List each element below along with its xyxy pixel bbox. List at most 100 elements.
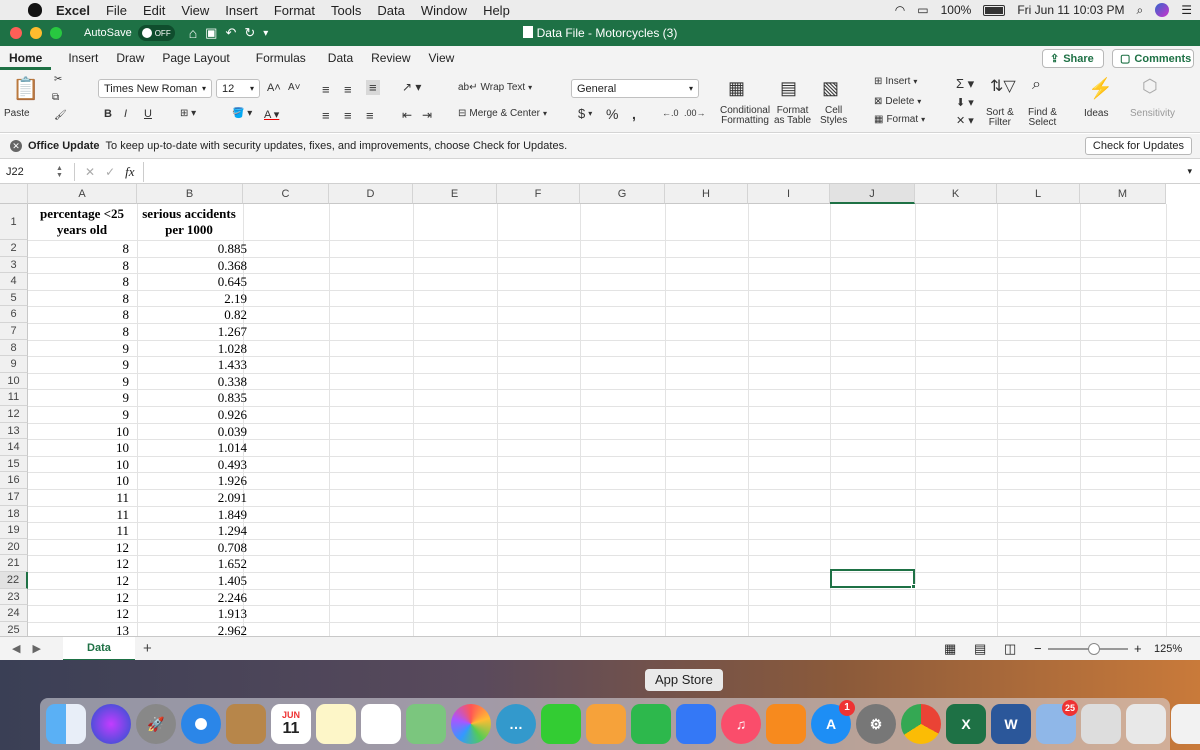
- page-break-view-icon[interactable]: ◫: [1004, 641, 1016, 657]
- row-header-4[interactable]: 4: [0, 273, 28, 290]
- row-header-22[interactable]: 22: [0, 572, 28, 589]
- siri-dock-icon[interactable]: [91, 704, 131, 744]
- check-for-updates-button[interactable]: Check for Updates: [1084, 137, 1192, 155]
- row-header-6[interactable]: 6: [0, 306, 28, 323]
- comments-button[interactable]: ▢ Comments: [1112, 49, 1194, 68]
- facetime-icon[interactable]: [541, 704, 581, 744]
- menu-format[interactable]: Format: [274, 3, 315, 18]
- cell-b[interactable]: 0.368: [137, 258, 247, 274]
- battery-icon[interactable]: [983, 4, 1006, 16]
- word-dock-icon[interactable]: W: [991, 704, 1031, 744]
- format-as-table-icon[interactable]: ▤: [780, 78, 797, 99]
- cell-a[interactable]: 8: [28, 241, 130, 257]
- paste-icon[interactable]: 📋: [12, 76, 39, 102]
- cell-b[interactable]: 1.267: [137, 324, 247, 340]
- preview-icon[interactable]: 25: [1036, 700, 1078, 744]
- conditional-formatting-icon[interactable]: ▦: [728, 78, 745, 99]
- insert-function-icon[interactable]: fx: [125, 164, 134, 180]
- cell-b[interactable]: 0.885: [137, 241, 247, 257]
- selected-cell-outline[interactable]: [830, 569, 915, 588]
- wifi-icon[interactable]: ◠: [895, 3, 905, 17]
- menu-edit[interactable]: Edit: [143, 3, 165, 18]
- header-cell-a[interactable]: years old: [28, 222, 136, 238]
- customize-toolbar-icon[interactable]: ▾: [263, 28, 268, 39]
- find-select-button[interactable]: Find & Select: [1028, 108, 1057, 128]
- sensitivity-button[interactable]: Sensitivity: [1130, 108, 1175, 119]
- zoom-out-button[interactable]: −: [1034, 641, 1042, 656]
- header-cell-b[interactable]: per 1000: [137, 222, 241, 238]
- page-layout-view-icon[interactable]: ▤: [974, 641, 986, 657]
- autosave-toggle[interactable]: OFF: [137, 25, 175, 41]
- row-header-1[interactable]: 1: [0, 204, 28, 240]
- font-color-icon[interactable]: A ▾: [264, 108, 279, 121]
- row-header-16[interactable]: 16: [0, 472, 28, 489]
- numbers-icon[interactable]: [631, 704, 671, 744]
- header-cell-a[interactable]: percentage <25: [28, 206, 136, 222]
- screenshot-stack-icon[interactable]: [1171, 704, 1200, 744]
- conditional-formatting-button[interactable]: Conditional Formatting: [720, 106, 770, 126]
- zoom-window-button[interactable]: [50, 27, 62, 39]
- delete-cells-button[interactable]: ⊠ Delete ▾: [874, 96, 921, 107]
- cell-b[interactable]: 1.028: [137, 341, 247, 357]
- cell-b[interactable]: 1.652: [137, 556, 247, 572]
- row-header-13[interactable]: 13: [0, 422, 28, 440]
- excel-dock-icon[interactable]: X: [946, 704, 986, 744]
- row-header-14[interactable]: 14: [0, 439, 28, 456]
- undo-icon[interactable]: ↶: [225, 25, 236, 41]
- cell-b[interactable]: 1.433: [137, 357, 247, 373]
- cell-a[interactable]: 8: [28, 258, 130, 274]
- cell-a[interactable]: 8: [28, 307, 130, 323]
- cell-b[interactable]: 1.913: [137, 606, 247, 622]
- system-preferences-icon[interactable]: ⚙: [856, 704, 896, 744]
- row-header-20[interactable]: 20: [0, 538, 28, 556]
- row-header-3[interactable]: 3: [0, 256, 28, 274]
- column-header-h[interactable]: H: [665, 184, 748, 204]
- increase-font-icon[interactable]: A˄: [267, 82, 281, 94]
- column-header-m[interactable]: M: [1080, 184, 1166, 204]
- align-left-icon[interactable]: ≡: [322, 108, 330, 123]
- cell-b[interactable]: 1.405: [137, 573, 247, 589]
- align-right-icon[interactable]: ≡: [366, 108, 374, 123]
- chrome-icon[interactable]: [901, 704, 941, 744]
- cell-a[interactable]: 9: [28, 374, 130, 390]
- spreadsheet-grid[interactable]: ABCDEFGHIJKLM 1 2 3 4 5 6 7 8 9 10 11 12 13 14 15 16 17 1…: [0, 184, 1200, 640]
- name-box-stepper-icon[interactable]: ▲ ▼: [56, 165, 66, 179]
- column-header-f[interactable]: F: [497, 184, 580, 204]
- cell-b[interactable]: 0.708: [137, 540, 247, 556]
- sort-filter-icon[interactable]: ⇅▽: [990, 76, 1016, 96]
- messages-icon[interactable]: …: [496, 704, 536, 744]
- tab-draw[interactable]: Draw: [107, 46, 153, 70]
- tab-review[interactable]: Review: [362, 46, 419, 70]
- add-sheet-button[interactable]: +: [143, 640, 152, 657]
- cell-styles-icon[interactable]: ▧: [822, 78, 839, 99]
- menu-file[interactable]: File: [106, 3, 127, 18]
- menu-help[interactable]: Help: [483, 3, 510, 18]
- save-icon[interactable]: ▣: [205, 25, 217, 41]
- cut-icon[interactable]: ✂: [54, 74, 62, 85]
- cell-b[interactable]: 1.294: [137, 523, 247, 539]
- cell-b[interactable]: 0.493: [137, 457, 247, 473]
- cell-b[interactable]: 0.645: [137, 274, 247, 290]
- row-header-12[interactable]: 12: [0, 406, 28, 423]
- cell-a[interactable]: 10: [28, 440, 129, 456]
- launchpad-icon[interactable]: 🚀: [136, 704, 176, 744]
- row-header-10[interactable]: 10: [0, 372, 28, 390]
- keynote-icon[interactable]: [676, 704, 716, 744]
- row-header-19[interactable]: 19: [0, 522, 28, 539]
- menu-window[interactable]: Window: [421, 3, 467, 18]
- header-cell-b[interactable]: serious accidents: [137, 206, 241, 222]
- app-store-icon[interactable]: A1: [811, 700, 855, 744]
- column-header-c[interactable]: C: [243, 184, 329, 204]
- zoom-level[interactable]: 125%: [1154, 643, 1182, 655]
- sensitivity-icon[interactable]: ⬡: [1142, 76, 1158, 97]
- fill-handle[interactable]: [911, 584, 916, 589]
- downloads-stack-icon[interactable]: [1081, 704, 1121, 744]
- merge-center-button[interactable]: ⊟ Merge & Center ▾: [458, 108, 547, 119]
- column-header-a[interactable]: A: [28, 184, 137, 204]
- align-top-icon[interactable]: ≡: [322, 82, 330, 97]
- cell-a[interactable]: 11: [28, 523, 129, 539]
- number-format-select[interactable]: General ▾: [571, 79, 699, 98]
- cell-b[interactable]: 2.19: [137, 291, 247, 307]
- row-header-17[interactable]: 17: [0, 489, 28, 506]
- minimize-window-button[interactable]: [30, 27, 42, 39]
